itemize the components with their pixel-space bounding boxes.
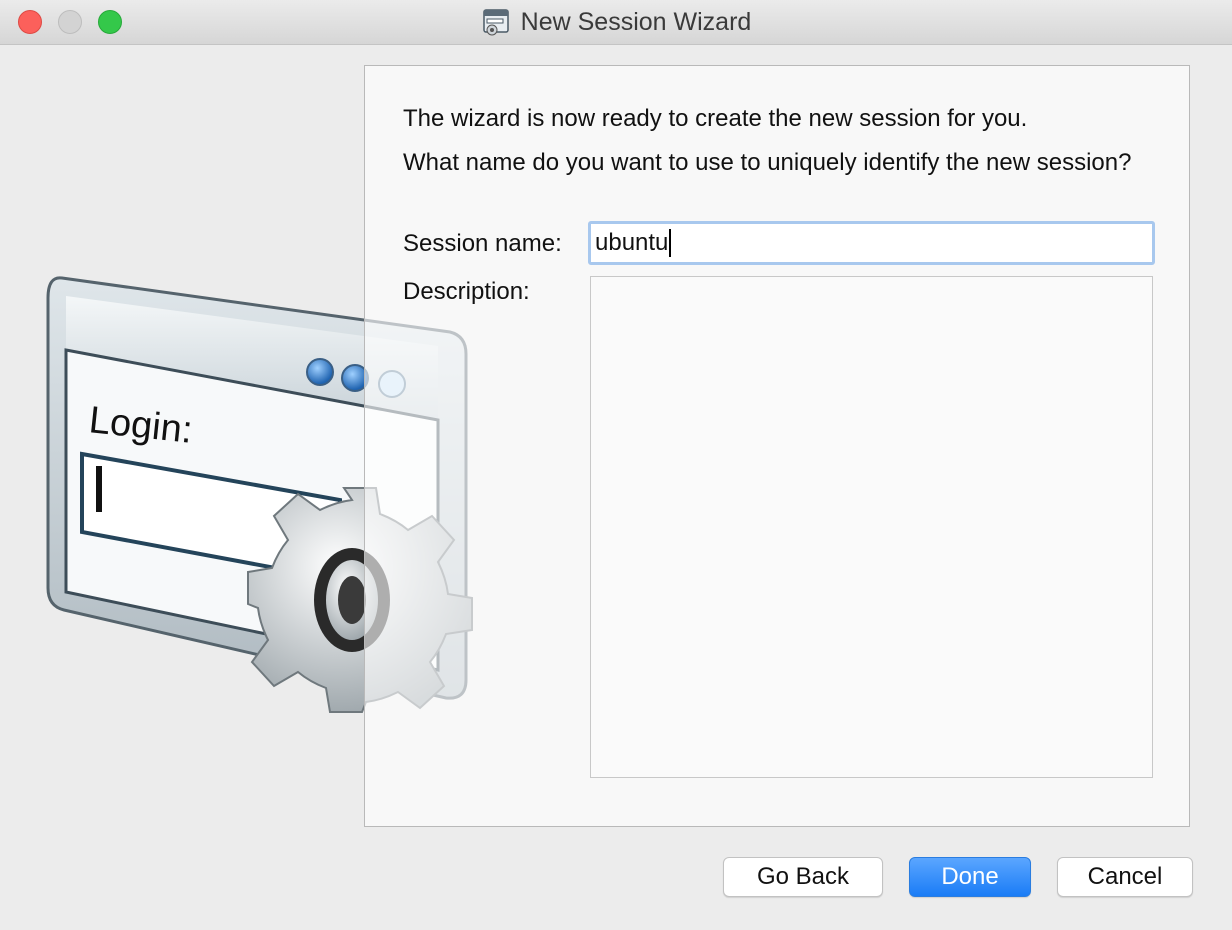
window-title: New Session Wizard (520, 7, 752, 36)
wizard-window: New Session Wizard Login: The wizard is … (0, 0, 1232, 930)
text-caret (669, 229, 672, 257)
session-app-icon (482, 9, 509, 36)
session-name-value: ubuntu (595, 229, 669, 256)
title-bar[interactable]: New Session Wizard (0, 0, 1232, 45)
title-wrap: New Session Wizard (0, 0, 1232, 44)
wizard-question-text: What name do you want to use to uniquely… (403, 149, 1132, 176)
session-name-input[interactable]: ubuntu (588, 221, 1155, 265)
session-name-label: Session name: (403, 230, 562, 257)
description-label: Description: (403, 278, 530, 305)
cancel-button[interactable]: Cancel (1057, 857, 1193, 897)
wizard-intro-text: The wizard is now ready to create the ne… (403, 105, 1028, 132)
done-button[interactable]: Done (909, 857, 1031, 897)
description-textarea[interactable] (590, 276, 1153, 778)
go-back-button[interactable]: Go Back (723, 857, 883, 897)
